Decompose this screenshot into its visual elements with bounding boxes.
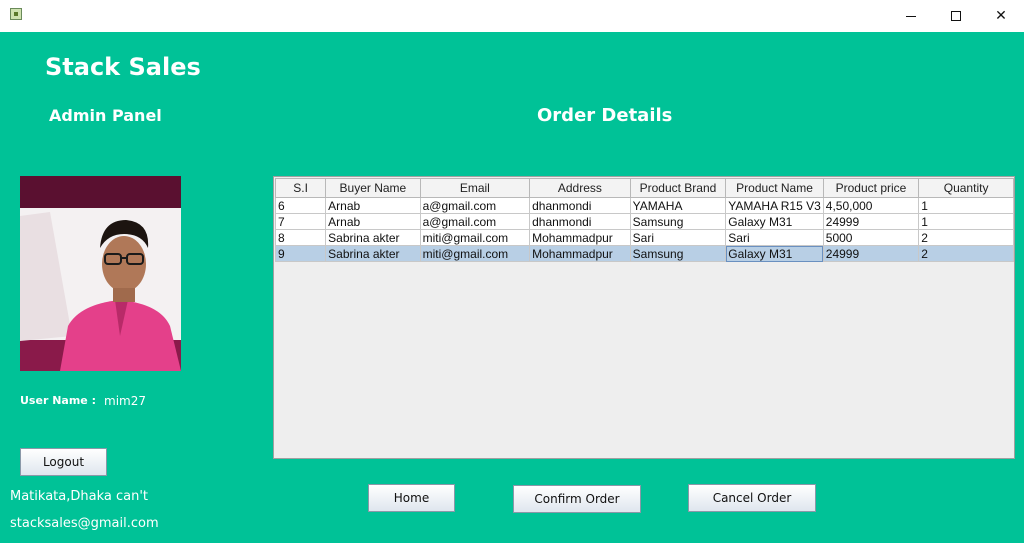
table-cell[interactable]: miti@gmail.com [419,245,531,262]
avatar-photo [20,176,181,371]
minimize-button[interactable] [888,0,934,32]
table-cell[interactable]: 5000 [822,229,920,246]
table-cell[interactable]: 2 [918,245,1014,262]
table-cell[interactable]: Sabrina akter [325,229,421,246]
maximize-icon [951,11,961,21]
table-row[interactable]: 6 Arnab a@gmail.com dhanmondi YAMAHA YAM… [274,197,1014,214]
column-header-si[interactable]: S.I [274,178,327,198]
table-cell[interactable]: YAMAHA R15 V3 [725,197,824,214]
table-header-row: S.I Buyer Name Email Address Product Bra… [274,178,1014,198]
table-cell[interactable]: 1 [918,213,1014,230]
table-cell[interactable]: 7 [274,213,327,230]
table-row[interactable]: 8 Sabrina akter miti@gmail.com Mohammadp… [274,229,1014,246]
table-cell[interactable]: Sabrina akter [325,245,421,262]
column-header-address[interactable]: Address [529,178,631,198]
table-cell[interactable]: miti@gmail.com [419,229,531,246]
table-cell[interactable]: YAMAHA [629,197,727,214]
table-cell[interactable]: 9 [274,245,327,262]
company-email: stacksales@gmail.com [10,516,159,531]
column-header-product-price[interactable]: Product price [822,178,920,198]
table-cell[interactable]: dhanmondi [529,197,631,214]
user-name-value: mim27 [104,394,146,408]
table-cell[interactable]: Galaxy M31 [725,213,824,230]
table-cell[interactable]: 24999 [822,245,920,262]
company-address: Matikata,Dhaka can't [10,489,148,504]
cancel-order-button[interactable]: Cancel Order [688,484,816,512]
table-cell[interactable]: a@gmail.com [419,197,531,214]
table-cell[interactable]: Sari [629,229,727,246]
maximize-button[interactable] [933,0,979,32]
table-cell[interactable]: Mohammadpur [529,229,631,246]
close-icon: ✕ [995,8,1007,24]
orders-table[interactable]: S.I Buyer Name Email Address Product Bra… [274,178,1014,262]
minimize-icon [906,15,916,17]
home-button[interactable]: Home [368,484,455,512]
confirm-order-button[interactable]: Confirm Order [513,485,641,513]
app-icon [10,8,22,20]
column-header-buyer-name[interactable]: Buyer Name [325,178,421,198]
panel-title: Admin Panel [49,106,162,125]
table-cell[interactable]: Arnab [325,197,421,214]
avatar [20,176,181,371]
table-cell[interactable]: 2 [918,229,1014,246]
logout-button[interactable]: Logout [20,448,107,476]
column-header-email[interactable]: Email [419,178,531,198]
table-row[interactable]: 7 Arnab a@gmail.com dhanmondi Samsung Ga… [274,213,1014,230]
table-cell[interactable]: 1 [918,197,1014,214]
column-header-quantity[interactable]: Quantity [918,178,1014,198]
user-name-label: User Name : [20,394,96,407]
table-cell[interactable]: Samsung [629,245,727,262]
table-cell[interactable]: 24999 [822,213,920,230]
table-cell[interactable]: Sari [725,229,824,246]
column-header-product-brand[interactable]: Product Brand [629,178,727,198]
table-cell[interactable]: Arnab [325,213,421,230]
close-button[interactable]: ✕ [978,0,1024,32]
table-cell[interactable]: dhanmondi [529,213,631,230]
table-cell[interactable]: 6 [274,197,327,214]
table-row-selected[interactable]: 9 Sabrina akter miti@gmail.com Mohammadp… [274,245,1014,262]
table-cell-focused[interactable]: Galaxy M31 [725,245,824,262]
table-cell[interactable]: 4,50,000 [822,197,920,214]
column-header-product-name[interactable]: Product Name [725,178,824,198]
page-title: Order Details [537,105,673,126]
table-cell[interactable]: Mohammadpur [529,245,631,262]
brand-title: Stack Sales [45,53,201,81]
window-titlebar: ✕ [0,0,1024,32]
orders-table-panel[interactable]: S.I Buyer Name Email Address Product Bra… [273,176,1015,459]
table-cell[interactable]: 8 [274,229,327,246]
table-cell[interactable]: a@gmail.com [419,213,531,230]
table-cell[interactable]: Samsung [629,213,727,230]
